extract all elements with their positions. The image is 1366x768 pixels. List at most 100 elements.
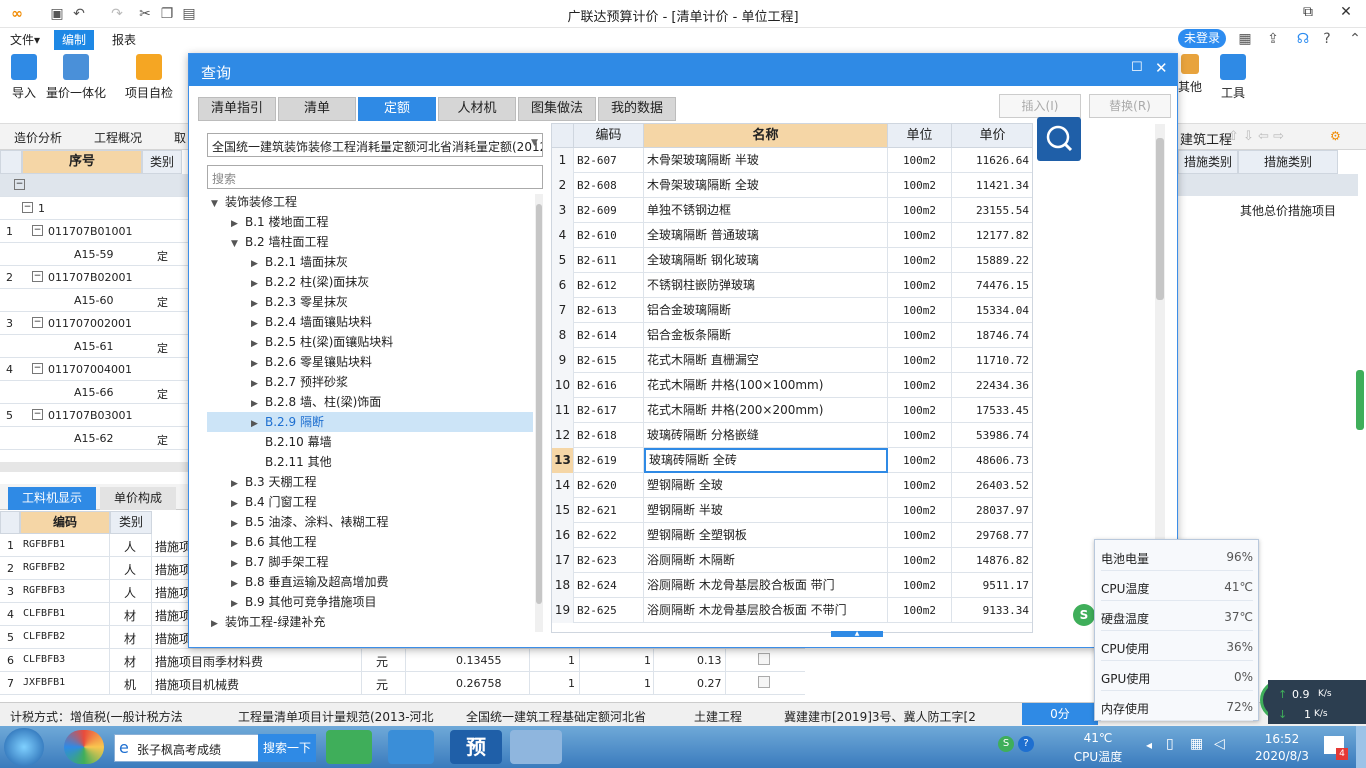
table-row[interactable]: 6 B2-612 不锈钢柱嵌防弹玻璃 100m2 74476.15 bbox=[552, 273, 1032, 298]
tree-node[interactable]: ▶ B.8 垂直运输及超高增加费 bbox=[207, 572, 533, 592]
collapse-icon[interactable]: − bbox=[32, 271, 43, 282]
main-grid-hscroll[interactable] bbox=[0, 462, 188, 472]
budget-app-icon[interactable]: 预 bbox=[450, 730, 502, 764]
volume-icon[interactable]: ◁ bbox=[1214, 736, 1225, 752]
expanded-arrow-icon[interactable]: ▼ bbox=[231, 234, 245, 254]
table-row[interactable]: 1 −011707B01001 bbox=[0, 220, 188, 243]
chevron-down-icon[interactable]: ▼ bbox=[531, 138, 538, 148]
tree-scrollbar[interactable] bbox=[535, 194, 543, 632]
tree-node[interactable]: ▶ B.2.5 柱(梁)面镶贴块料 bbox=[207, 332, 533, 352]
building-tab[interactable]: 建筑工程 bbox=[1180, 129, 1232, 148]
network-icon[interactable]: ▦ bbox=[1190, 736, 1203, 752]
tree-node[interactable]: B.2.11 其他 bbox=[207, 452, 533, 472]
right-scroll-thumb[interactable] bbox=[1356, 370, 1364, 430]
table-row[interactable]: 17 B2-623 浴厕隔断 木隔断 100m2 14876.82 bbox=[552, 548, 1032, 573]
tree-node[interactable]: ▶ B.9 其他可竞争措施项目 bbox=[207, 592, 533, 612]
table-row[interactable]: 2 −011707B02001 bbox=[0, 266, 188, 289]
table-row[interactable]: 10 B2-616 花式木隔断 井格(100×100mm) 100m2 22434.36 bbox=[552, 373, 1032, 398]
browser-360-icon[interactable] bbox=[64, 730, 104, 764]
expanded-arrow-icon[interactable]: ▼ bbox=[211, 194, 225, 214]
col-measure-cat1[interactable]: 措施类别 bbox=[1178, 150, 1238, 174]
collapsed-arrow-icon[interactable]: ▶ bbox=[231, 574, 245, 594]
headset-icon[interactable]: ☊ bbox=[1294, 30, 1312, 48]
search-button[interactable] bbox=[1037, 117, 1081, 161]
tree-node[interactable]: ▼ B.2 墙柱面工程 bbox=[207, 232, 533, 252]
collapse-icon[interactable]: − bbox=[32, 409, 43, 420]
table-row[interactable]: 3 −011707002001 bbox=[0, 312, 188, 335]
col-btype[interactable]: 类别 bbox=[110, 511, 152, 534]
tray-help-icon[interactable]: ? bbox=[1018, 736, 1034, 752]
menu-edit[interactable]: 编制 bbox=[54, 30, 95, 50]
collapsed-arrow-icon[interactable]: ▶ bbox=[251, 334, 265, 354]
collapse-icon[interactable]: − bbox=[32, 225, 43, 236]
collapsed-arrow-icon[interactable]: ▶ bbox=[231, 474, 245, 494]
collapsed-arrow-icon[interactable]: ▶ bbox=[251, 414, 265, 434]
cost-analysis-tab[interactable]: 造价分析 bbox=[14, 129, 62, 146]
collapsed-arrow-icon[interactable]: ▶ bbox=[211, 614, 225, 632]
tray-tablet-icon[interactable]: ▯ bbox=[1166, 736, 1174, 752]
collapse-icon[interactable]: − bbox=[14, 179, 25, 190]
table-row[interactable]: 7 B2-613 铝合金玻璃隔断 100m2 15334.04 bbox=[552, 298, 1032, 323]
table-row[interactable]: −1 bbox=[0, 197, 188, 220]
col-quota-unit[interactable]: 单位 bbox=[888, 124, 952, 148]
col-type[interactable]: 类别 bbox=[142, 150, 182, 174]
table-row[interactable]: 4 B2-610 全玻璃隔断 普通玻璃 100m2 12177.82 bbox=[552, 223, 1032, 248]
show-desktop-button[interactable] bbox=[1356, 726, 1366, 768]
tab-labor[interactable]: 工料机显示 bbox=[8, 487, 96, 510]
help-icon[interactable]: ? bbox=[1318, 30, 1336, 48]
col-quota-code[interactable]: 编码 bbox=[574, 124, 644, 148]
collapsed-arrow-icon[interactable]: ▶ bbox=[231, 594, 245, 614]
expand-handle-icon[interactable]: ▲ bbox=[831, 631, 883, 637]
collapse-icon[interactable]: − bbox=[32, 317, 43, 328]
table-row[interactable]: 7 JXFBFB1 机 措施项目机械费 元 0.26758 1 1 0.27 bbox=[0, 672, 805, 695]
collapse-icon[interactable]: − bbox=[22, 202, 33, 213]
web-search-box[interactable]: e 张子枫高考成绩 bbox=[114, 734, 260, 762]
menu-report[interactable]: 报表 bbox=[104, 30, 144, 50]
tab-unit-comp[interactable]: 单价构成 bbox=[100, 487, 176, 510]
tree-node[interactable]: ▶ B.3 天棚工程 bbox=[207, 472, 533, 492]
tree-node[interactable]: ▶ B.7 脚手架工程 bbox=[207, 552, 533, 572]
menu-file[interactable]: 文件▾ bbox=[2, 30, 48, 50]
close-window-icon[interactable]: ✕ bbox=[1326, 0, 1366, 26]
overview-tab[interactable]: 工程概况 bbox=[94, 129, 142, 146]
tree-node[interactable]: ▶ B.4 门窗工程 bbox=[207, 492, 533, 512]
move-arrows-icon[interactable]: ⇧ ⇩ ⇦ ⇨ bbox=[1228, 129, 1284, 144]
insert-button[interactable]: 插入(I) bbox=[999, 94, 1081, 118]
tab-list-guide[interactable]: 清单指引 bbox=[198, 97, 276, 121]
tab-atlas[interactable]: 图集做法 bbox=[518, 97, 596, 121]
tree-node[interactable]: ▶ B.2.4 墙面镶贴块料 bbox=[207, 312, 533, 332]
maximize-icon[interactable]: ☐ bbox=[1131, 60, 1143, 75]
tab-quota[interactable]: 定额 bbox=[358, 97, 436, 121]
restore-window-icon[interactable]: ⧉ bbox=[1288, 0, 1328, 26]
table-row[interactable]: 8 B2-614 铝合金板条隔断 100m2 18746.74 bbox=[552, 323, 1032, 348]
table-row[interactable]: 15 B2-621 塑钢隔断 半玻 100m2 28037.97 bbox=[552, 498, 1032, 523]
table-row[interactable]: 14 B2-620 塑钢隔断 全玻 100m2 26403.52 bbox=[552, 473, 1032, 498]
collapse-icon[interactable]: ⌃ bbox=[1346, 30, 1364, 48]
tray-s-icon[interactable]: S bbox=[998, 736, 1014, 752]
upload-icon[interactable]: ⇪ bbox=[1264, 30, 1282, 48]
table-row[interactable]: − bbox=[0, 174, 188, 197]
tree-node[interactable]: ▶ B.2.9 隔断 bbox=[207, 412, 533, 432]
table-row[interactable]: 5 −011707B03001 bbox=[0, 404, 188, 427]
start-button-icon[interactable] bbox=[4, 728, 44, 766]
layout-icon[interactable]: ▦ bbox=[1236, 30, 1254, 48]
collapsed-arrow-icon[interactable]: ▶ bbox=[251, 294, 265, 314]
table-row[interactable]: 4 −011707004001 bbox=[0, 358, 188, 381]
cut-tab[interactable]: 取 bbox=[174, 129, 186, 146]
tree-node[interactable]: ▶ 装饰工程-绿建补充 bbox=[207, 612, 533, 632]
tree-node[interactable]: ▶ B.5 油漆、涂料、裱糊工程 bbox=[207, 512, 533, 532]
collapsed-arrow-icon[interactable]: ▶ bbox=[231, 214, 245, 234]
table-row[interactable]: A15-62 定 bbox=[0, 427, 188, 450]
table-row[interactable]: 11 B2-617 花式木隔断 井格(200×200mm) 100m2 17533.45 bbox=[552, 398, 1032, 423]
tree-node[interactable]: ▼ 装饰装修工程 bbox=[207, 192, 533, 212]
tree-node[interactable]: ▶ B.1 楼地面工程 bbox=[207, 212, 533, 232]
table-row[interactable]: 18 B2-624 浴厕隔断 木龙骨基层胶合板面 带门 100m2 9511.17 bbox=[552, 573, 1032, 598]
score-badge[interactable]: 0分 bbox=[1022, 703, 1098, 725]
table-row[interactable]: 1 B2-607 木骨架玻璃隔断 半玻 100m2 11626.64 bbox=[552, 148, 1032, 173]
row-checkbox[interactable] bbox=[758, 653, 770, 665]
table-row[interactable]: 3 B2-609 单独不锈钢边框 100m2 23155.54 bbox=[552, 198, 1032, 223]
cloud-app-icon[interactable] bbox=[388, 730, 434, 764]
tools-button[interactable]: 工具 bbox=[1218, 54, 1248, 101]
table-row[interactable]: A15-59 定 bbox=[0, 243, 188, 266]
tab-list[interactable]: 清单 bbox=[278, 97, 356, 121]
